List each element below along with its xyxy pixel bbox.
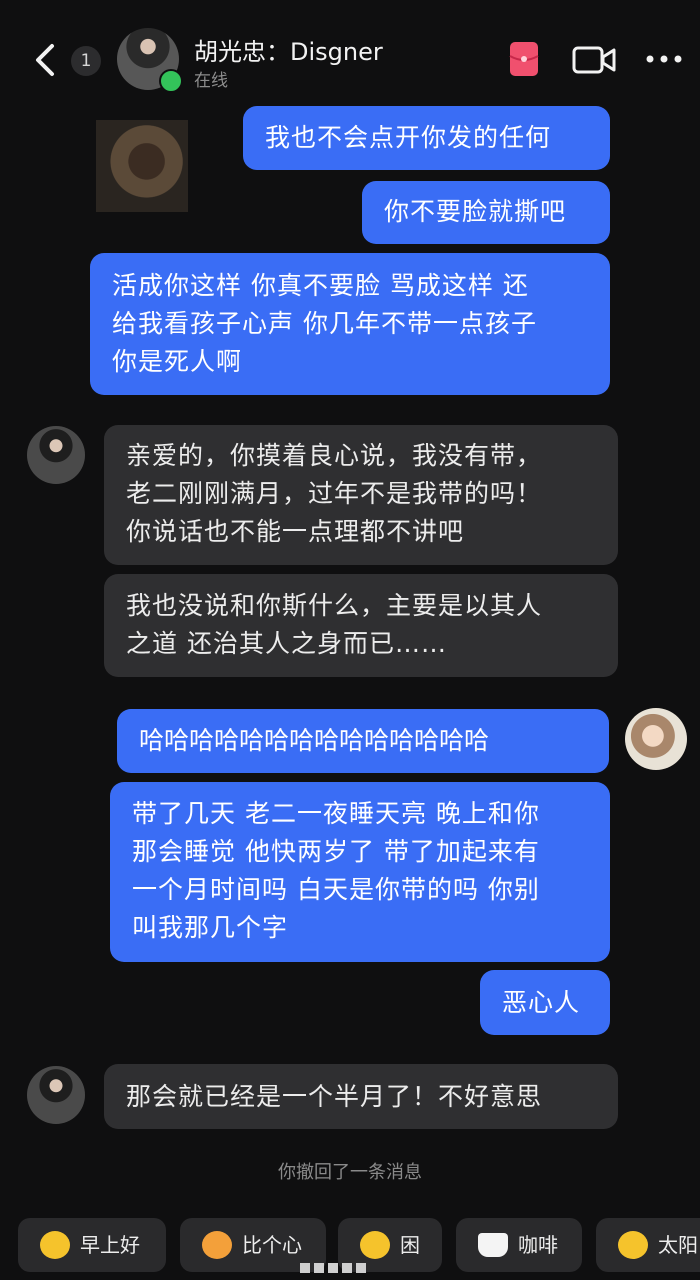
quick-reply-chip[interactable]: 太阳: [596, 1218, 700, 1272]
coffee-emoji-icon: [478, 1233, 508, 1257]
chat-screen: 1 胡光忠：Disgner 在线 我也不会点开你发的任何 你不要脸就撕吧 活成你…: [0, 0, 700, 1280]
my-avatar[interactable]: [625, 708, 687, 770]
message-bubble-outgoing[interactable]: 你不要脸就撕吧: [362, 181, 610, 244]
message-bubble-outgoing[interactable]: 哈哈哈哈哈哈哈哈哈哈哈哈哈哈: [117, 709, 609, 773]
online-status-dot: [159, 69, 183, 93]
quick-reply-label: 太阳: [658, 1233, 698, 1257]
contact-name[interactable]: 胡光忠：Disgner: [194, 32, 383, 67]
contact-avatar[interactable]: [27, 1066, 85, 1124]
page-indicator: [300, 1258, 390, 1273]
more-icon[interactable]: [644, 52, 684, 66]
pocket-icon[interactable]: [508, 40, 540, 78]
smiley-emoji-icon: [40, 1231, 70, 1259]
quick-reply-chip[interactable]: 早上好: [18, 1218, 166, 1272]
quick-reply-label: 比个心: [242, 1233, 302, 1257]
unread-count-badge[interactable]: 1: [71, 46, 101, 76]
recall-notice: 你撤回了一条消息: [278, 1162, 422, 1183]
message-bubble-incoming[interactable]: 我也没说和你斯什么，主要是以其人 之道 还治其人之身而已……: [104, 574, 618, 677]
quick-reply-label: 咖啡: [518, 1233, 558, 1257]
video-call-icon[interactable]: [572, 44, 616, 76]
message-bubble-outgoing[interactable]: 恶心人: [480, 970, 610, 1035]
message-bubble-outgoing[interactable]: 活成你这样 你真不要脸 骂成这样 还 给我看孩子心声 你几年不带一点孩子 你是死…: [90, 253, 610, 395]
contact-avatar[interactable]: [27, 426, 85, 484]
message-bubble-incoming[interactable]: 那会就已经是一个半月了！不好意思: [104, 1064, 618, 1129]
quick-reply-label: 困: [400, 1233, 420, 1257]
contact-status: 在线: [194, 71, 228, 91]
message-bubble-incoming[interactable]: 亲爱的，你摸着良心说，我没有带， 老二刚刚满月，过年不是我带的吗！ 你说话也不能…: [104, 425, 618, 565]
sticker-image[interactable]: [96, 120, 188, 212]
heart-hand-emoji-icon: [202, 1231, 232, 1259]
quick-reply-label: 早上好: [80, 1233, 140, 1257]
back-icon[interactable]: [30, 40, 60, 80]
message-bubble-outgoing[interactable]: 带了几天 老二一夜睡天亮 晚上和你 那会睡觉 他快两岁了 带了加起来有 一个月时…: [110, 782, 610, 962]
chat-header: 1 胡光忠：Disgner 在线: [0, 0, 700, 100]
message-bubble-outgoing[interactable]: 我也不会点开你发的任何: [243, 106, 610, 170]
quick-reply-chip[interactable]: 咖啡: [456, 1218, 582, 1272]
sleepy-emoji-icon: [360, 1231, 390, 1259]
sun-emoji-icon: [618, 1231, 648, 1259]
